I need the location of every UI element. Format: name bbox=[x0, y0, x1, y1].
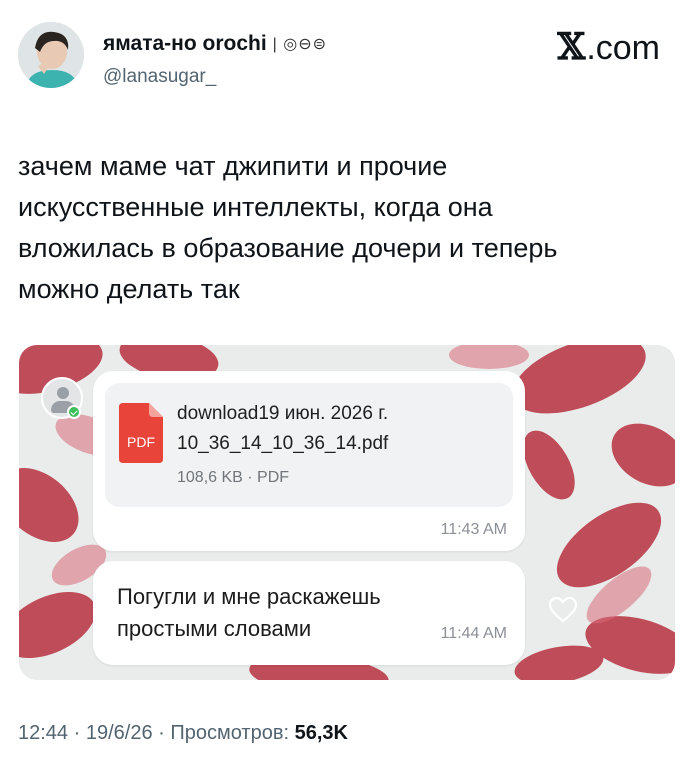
tweet-time[interactable]: 12:44 bbox=[18, 722, 68, 744]
author-handle[interactable]: @lanasugar_ bbox=[103, 66, 216, 88]
heart-reaction-icon[interactable] bbox=[549, 597, 577, 623]
file-name: download19 июн. 2026 г. 10_36_14_10_36_1… bbox=[177, 403, 389, 454]
message-time: 11:43 AM bbox=[440, 521, 507, 538]
svg-text:PDF: PDF bbox=[127, 434, 155, 450]
tweet-date[interactable]: 19/6/26 bbox=[86, 722, 153, 744]
views-label: Просмотров: bbox=[170, 722, 290, 744]
brand-text: .com bbox=[586, 29, 660, 67]
tweet-meta-footer: 12:44 · 19/6/26 · Просмотров: 56,3K bbox=[18, 722, 348, 744]
online-check-icon bbox=[67, 405, 81, 419]
message-text: Погугли и мне раскажешь простыми словами bbox=[117, 584, 381, 641]
message-time: 11:44 AM bbox=[440, 625, 507, 642]
pdf-attachment[interactable]: PDF download19 июн. 2026 г. 10_36_14_10_… bbox=[105, 383, 513, 507]
views-count[interactable]: 56,3K bbox=[295, 722, 348, 744]
author-name-row[interactable]: ямата-но orochi | ◎⊖⊜ bbox=[103, 32, 327, 56]
file-meta: 108,6 KB · PDF bbox=[177, 469, 290, 486]
author-name-suffix: | ◎⊖⊜ bbox=[272, 36, 328, 53]
file-message-bubble[interactable]: PDF download19 июн. 2026 г. 10_36_14_10_… bbox=[93, 371, 525, 551]
author-avatar[interactable] bbox=[18, 22, 84, 88]
tweet-text: зачем маме чат джипити и прочие искусств… bbox=[18, 151, 558, 304]
text-message-bubble[interactable]: Погугли и мне раскажешь простыми словами… bbox=[93, 561, 525, 665]
x-com-watermark: 𝕏 .com bbox=[557, 26, 660, 68]
author-display-name[interactable]: ямата-но orochi bbox=[103, 32, 267, 56]
pdf-file-icon: PDF bbox=[119, 403, 163, 463]
tweet-media-image[interactable]: PDF download19 июн. 2026 г. 10_36_14_10_… bbox=[19, 345, 675, 680]
x-logo-icon: 𝕏 bbox=[557, 26, 586, 68]
